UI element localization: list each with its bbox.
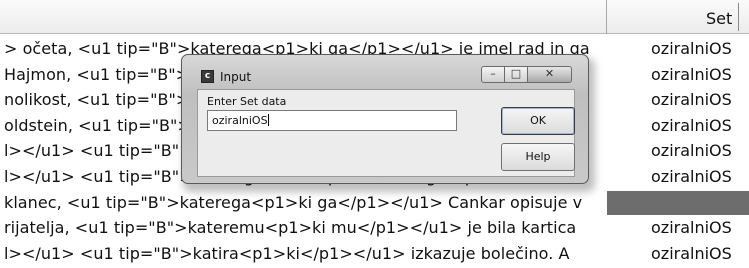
set-cell[interactable]: oziralniOS [651, 90, 732, 109]
dialog-content: Enter Set data oziralniOS OK Help [197, 89, 575, 177]
maximize-button[interactable]: □ [504, 66, 528, 83]
app-icon: c [201, 70, 214, 83]
input-value: oziralniOS [212, 114, 268, 127]
prompt-label: Enter Set data [207, 95, 287, 108]
minimize-button[interactable]: – [481, 66, 505, 83]
selected-cell[interactable] [607, 191, 749, 215]
table-row[interactable]: rijatelja, <u1 tip="B">kateremu<p1>ki mu… [0, 216, 749, 240]
input-dialog: c Input – □ ✕ Enter Set data oziralniOS … [181, 54, 589, 184]
set-cell[interactable]: oziralniOS [651, 218, 732, 237]
table-row[interactable]: l></u1> <u1 tip="B">katira<p1>ki</p1></u… [0, 242, 749, 266]
concordance-text-cell: l></u1> <u1 tip="B">katira<p1>ki</p1></u… [4, 244, 570, 263]
concordance-text-cell: klanec, <u1 tip="B">katerega<p1>ki ga</p… [4, 193, 583, 212]
column-divider-right[interactable] [738, 3, 739, 31]
help-button[interactable]: Help [501, 143, 575, 171]
set-cell[interactable]: oziralniOS [651, 116, 732, 135]
set-cell[interactable]: oziralniOS [651, 65, 732, 84]
dialog-title: Input [220, 70, 252, 84]
table-row[interactable]: klanec, <u1 tip="B">katerega<p1>ki ga</p… [0, 191, 749, 215]
set-cell[interactable]: oziralniOS [651, 39, 732, 58]
ok-button[interactable]: OK [501, 107, 575, 135]
close-button[interactable]: ✕ [527, 66, 572, 83]
dialog-titlebar[interactable]: c Input – □ ✕ [182, 55, 588, 85]
set-cell[interactable]: oziralniOS [651, 141, 732, 160]
column-header-set[interactable]: Set [706, 9, 732, 28]
table-header: Set [0, 0, 749, 34]
text-caret [267, 114, 269, 126]
set-data-input[interactable]: oziralniOS [207, 110, 457, 131]
set-cell[interactable]: oziralniOS [651, 167, 732, 186]
column-divider[interactable] [606, 0, 607, 34]
set-cell[interactable]: oziralniOS [651, 244, 732, 263]
concordance-text-cell: rijatelja, <u1 tip="B">kateremu<p1>ki mu… [4, 218, 577, 237]
